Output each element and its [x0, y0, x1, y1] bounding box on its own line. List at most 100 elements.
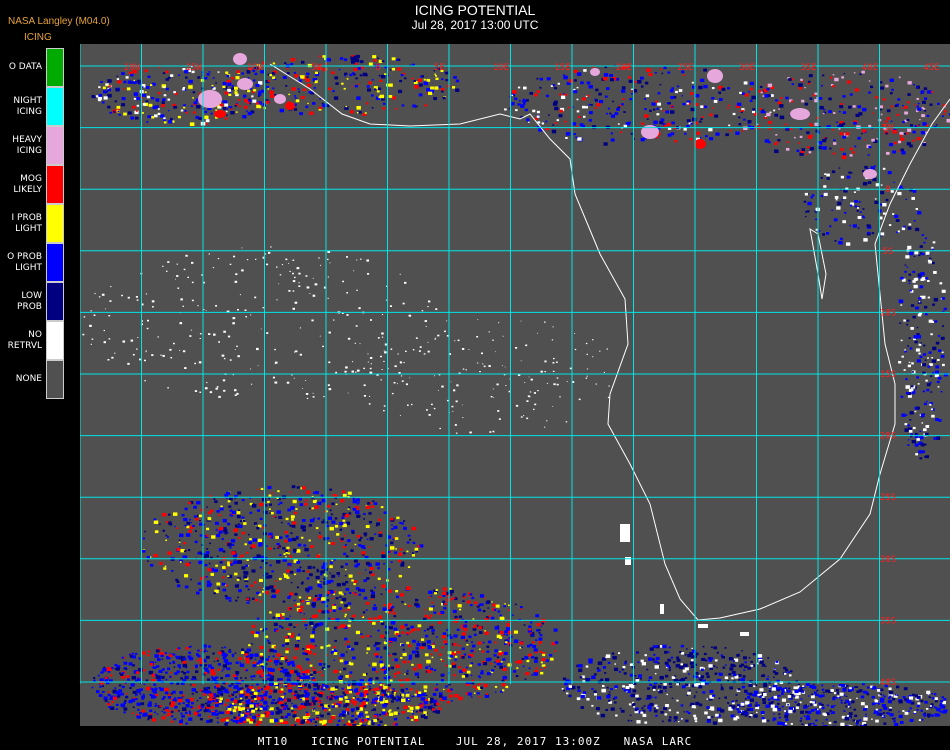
icing-pixel [365, 698, 369, 702]
icing-pixel [175, 578, 179, 582]
icing-pixel [846, 175, 851, 179]
icing-pixel [227, 500, 231, 503]
icing-pixel [933, 437, 937, 440]
icing-pixel [311, 631, 316, 634]
icing-pixel [384, 351, 387, 354]
icing-pixel [251, 678, 254, 681]
icing-pixel [371, 598, 374, 601]
icing-pixel [309, 573, 313, 577]
icing-pixel [265, 635, 269, 638]
icing-pixel [839, 105, 844, 109]
icing-pixel [601, 688, 606, 693]
icing-pixel [163, 696, 166, 699]
icing-pixel [107, 691, 110, 693]
icing-pixel [909, 289, 912, 292]
icing-pixel [583, 69, 587, 72]
icing-cell [233, 53, 247, 65]
icing-pixel [303, 613, 305, 615]
icing-pixel [935, 370, 940, 374]
icing-pixel [700, 675, 705, 679]
icing-pixel [614, 667, 619, 671]
icing-pixel [162, 512, 167, 517]
icing-pixel [469, 431, 472, 434]
icing-pixel [291, 664, 296, 667]
icing-pixel [901, 413, 906, 417]
icing-pixel [178, 74, 181, 76]
icing-pixel [397, 58, 401, 61]
icing-pixel [378, 533, 383, 538]
icing-pixel [331, 502, 335, 506]
icing-pixel [659, 676, 664, 680]
icing-pixel [234, 394, 237, 396]
icing-pixel [400, 375, 403, 377]
icing-pixel [272, 616, 276, 619]
icing-pixel [927, 90, 932, 94]
icing-pixel [871, 232, 875, 235]
icing-pixel [917, 313, 922, 317]
icing-pixel [853, 121, 857, 125]
icing-pixel [403, 526, 407, 530]
icing-pixel [191, 657, 194, 660]
icing-pixel [169, 654, 173, 657]
icing-pixel [286, 628, 290, 631]
icing-pixel [908, 273, 912, 276]
icing-pixel [367, 361, 369, 363]
icing-pixel [276, 560, 281, 564]
icing-pixel [513, 670, 517, 673]
icing-pixel [590, 104, 593, 106]
icing-pixel [187, 276, 189, 278]
icing-pixel [235, 691, 238, 693]
icing-pixel [280, 670, 283, 673]
icing-pixel [750, 660, 753, 663]
icing-pixel [430, 595, 433, 597]
icing-pixel [355, 510, 360, 514]
icing-pixel [707, 716, 711, 719]
icing-pixel [684, 132, 687, 135]
icing-pixel [234, 533, 238, 536]
icing-pixel [887, 171, 892, 175]
icing-pixel [236, 721, 239, 724]
icing-pixel [830, 76, 833, 79]
icing-pixel [107, 79, 112, 83]
icing-pixel [532, 631, 535, 634]
icing-pixel [741, 92, 745, 95]
icing-pixel [135, 116, 139, 120]
icing-pixel [378, 518, 381, 522]
icing-pixel [799, 720, 802, 722]
icing-pixel [363, 367, 365, 370]
icing-pixel [231, 510, 237, 514]
icing-pixel [864, 165, 868, 169]
icing-pixel [191, 667, 194, 669]
icing-pixel [462, 668, 467, 672]
icing-pixel [444, 330, 446, 333]
icing-pixel [342, 609, 346, 612]
icing-cell [863, 169, 877, 179]
icing-pixel [442, 632, 447, 635]
icing-pixel [828, 97, 832, 101]
icing-pixel [351, 85, 353, 87]
icing-pixel [525, 344, 528, 347]
icing-pixel [844, 702, 847, 704]
icing-pixel [924, 359, 927, 361]
icing-pixel [294, 604, 297, 607]
icing-pixel [930, 333, 933, 336]
icing-pixel [223, 100, 228, 104]
icing-pixel [456, 628, 460, 631]
icing-pixel [162, 354, 165, 357]
icing-pixel [667, 659, 672, 662]
icing-pixel [265, 575, 270, 579]
icing-pixel [216, 534, 221, 538]
icing-pixel [379, 656, 383, 659]
icing-pixel [482, 363, 484, 365]
icing-pixel [323, 396, 325, 398]
icing-pixel [685, 667, 688, 669]
icing-pixel [804, 704, 808, 707]
icing-pixel [136, 713, 139, 716]
icing-pixel [285, 642, 289, 645]
icing-pixel [234, 349, 236, 350]
icing-pixel [340, 653, 345, 657]
icing-pixel [415, 337, 418, 339]
icing-pixel [318, 532, 321, 534]
icing-pixel [848, 105, 852, 109]
icing-pixel [829, 709, 832, 712]
